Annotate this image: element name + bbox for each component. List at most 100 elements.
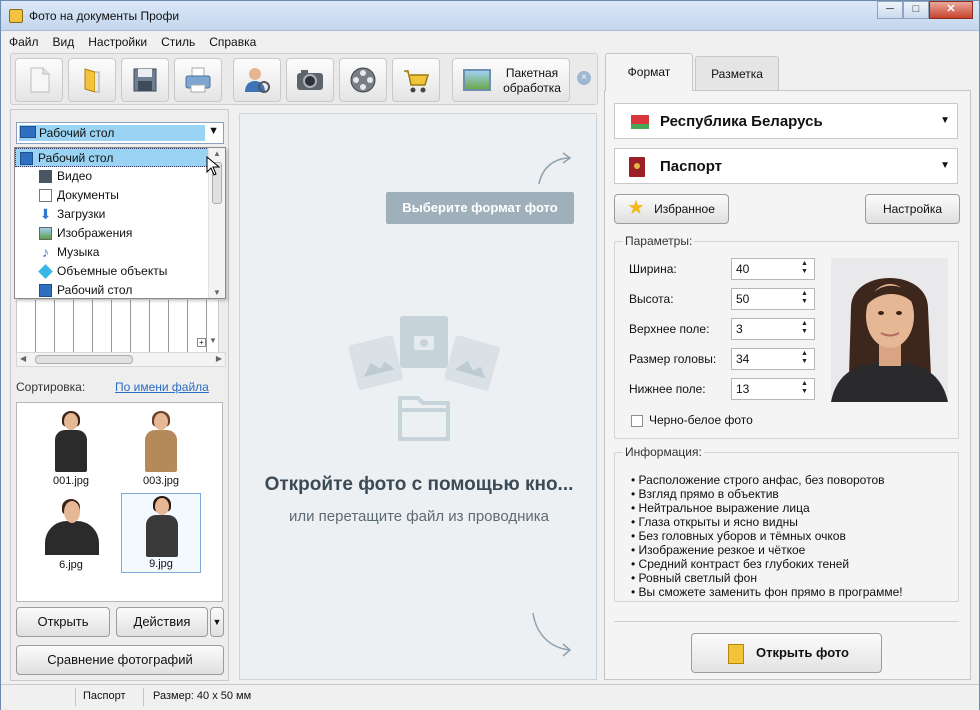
- settings-button[interactable]: Настройка: [865, 194, 960, 224]
- spinner-icon[interactable]: ▲ ▼: [801, 260, 808, 276]
- scroll-left-icon[interactable]: ◀: [20, 354, 26, 363]
- thumbnail-caption: 001.jpg: [52, 475, 90, 487]
- app-icon: [9, 9, 23, 23]
- toolbar-close-icon[interactable]: ×: [577, 71, 591, 85]
- dropdown-item-label: Изображения: [57, 226, 133, 240]
- woman-portrait-image: [831, 258, 948, 402]
- dropdown-item-label: Загрузки: [57, 207, 106, 221]
- dropdown-item[interactable]: Видео: [15, 167, 209, 186]
- menu-help[interactable]: Справка: [209, 35, 256, 49]
- dropdown-item[interactable]: Документы: [15, 186, 209, 205]
- spinner-icon[interactable]: ▲ ▼: [801, 320, 808, 336]
- open-folder-icon: [728, 644, 744, 664]
- close-button[interactable]: ✕: [929, 1, 973, 19]
- sort-by-link[interactable]: По имени файла: [115, 380, 209, 394]
- choose-format-hint: Выберите формат фото: [386, 192, 574, 224]
- thumbnail-item[interactable]: 003.jpg: [121, 409, 201, 489]
- param-head-size: Размер головы: 34 ▲ ▼: [629, 348, 819, 370]
- video-button[interactable]: [339, 58, 387, 102]
- scroll-right-icon[interactable]: ▶: [216, 354, 222, 363]
- batch-label-line2: обработка: [503, 81, 561, 95]
- print-order-button[interactable]: [392, 58, 440, 102]
- scrollbar-thumb[interactable]: [35, 355, 133, 364]
- folder-combo[interactable]: Рабочий стол ▼: [16, 122, 224, 144]
- tab-format[interactable]: Формат: [605, 53, 693, 91]
- open-photo-button[interactable]: Открыть фото: [691, 633, 882, 673]
- bw-photo-checkbox[interactable]: [631, 415, 643, 427]
- spinner-icon[interactable]: ▲ ▼: [801, 380, 808, 396]
- downloads-icon: ⬇: [39, 206, 52, 222]
- desktop-icon: [20, 126, 36, 138]
- dropdown-item[interactable]: ⬇ Загрузки: [15, 205, 209, 224]
- document-select[interactable]: Паспорт ▼: [614, 148, 958, 184]
- camera-icon: [297, 70, 323, 90]
- chevron-down-icon: ▼: [208, 125, 219, 137]
- print-button[interactable]: [174, 58, 222, 102]
- batch-processing-button[interactable]: Пакетная обработка: [452, 58, 570, 102]
- document-value: Паспорт: [660, 158, 722, 175]
- thumbnail-caption: 9.jpg: [149, 558, 173, 570]
- new-button[interactable]: [15, 58, 63, 102]
- save-button[interactable]: [121, 58, 169, 102]
- divider: [614, 621, 959, 622]
- country-select[interactable]: Республика Беларусь ▼: [614, 103, 958, 139]
- print-icon: [185, 67, 211, 93]
- thumbnail-item[interactable]: 001.jpg: [31, 409, 111, 489]
- tree-expand-icon[interactable]: +: [197, 338, 206, 347]
- compare-photos-button[interactable]: Сравнение фотографий: [16, 645, 224, 675]
- desktop-icon: [20, 152, 33, 165]
- spinner-icon[interactable]: ▲ ▼: [801, 290, 808, 306]
- dropdown-item-label: Музыка: [57, 245, 100, 259]
- dropdown-item[interactable]: Рабочий стол: [15, 281, 209, 300]
- status-document: Паспорт: [83, 690, 126, 702]
- parameters-group: Параметры: Ширина: 40 ▲ ▼ Высота: 50 ▲ ▼ В…: [614, 234, 959, 439]
- person-search-icon: [245, 68, 270, 93]
- tab-layout[interactable]: Разметка: [695, 56, 779, 90]
- thumbnail-item[interactable]: 6.jpg: [31, 493, 111, 573]
- horizontal-scrollbar[interactable]: ◀ ▶: [16, 352, 226, 367]
- information-group: Информация: • Расположение строго анфас,…: [614, 445, 959, 602]
- requirement-item: • Расположение строго анфас, без поворот…: [631, 473, 885, 487]
- dropdown-item[interactable]: Рабочий стол: [15, 148, 209, 167]
- open-button[interactable]: Открыть: [16, 607, 110, 637]
- requirement-item: • Ровный светлый фон: [631, 571, 757, 585]
- thumbnail-item[interactable]: 9.jpg: [121, 493, 201, 573]
- country-value: Республика Беларусь: [660, 113, 823, 130]
- chevron-down-icon: ▼: [940, 115, 950, 126]
- dropdown-item-label: Объемные объекты: [57, 264, 168, 278]
- camera-button[interactable]: [286, 58, 334, 102]
- dropdown-item-label: Документы: [57, 188, 119, 202]
- photo-thumbnail: [143, 411, 179, 472]
- app-window: Фото на документы Профи ─ □ ✕ Файл Вид Н…: [0, 0, 980, 710]
- actions-button[interactable]: Действия: [116, 607, 208, 637]
- param-width: Ширина: 40 ▲ ▼: [629, 258, 819, 280]
- dropdown-item[interactable]: Изображения: [15, 224, 209, 243]
- photo-thumbnail: [53, 411, 89, 472]
- open-button[interactable]: [68, 58, 116, 102]
- menu-file[interactable]: Файл: [9, 35, 39, 49]
- maximize-button[interactable]: □: [903, 1, 929, 19]
- minimize-button[interactable]: ─: [877, 1, 903, 19]
- folder-dropdown-list: Рабочий стол Видео Документы ⬇ Загрузки …: [14, 147, 226, 299]
- music-icon: ♪: [42, 244, 49, 260]
- actions-dropdown-icon[interactable]: ▼: [210, 607, 224, 637]
- menu-view[interactable]: Вид: [53, 35, 75, 49]
- mouse-cursor-icon: [206, 156, 220, 176]
- dropdown-item[interactable]: ♪ Музыка: [15, 243, 209, 262]
- face-search-button[interactable]: [233, 58, 281, 102]
- thumbnail-grid: 001.jpg 003.jpg 6.jpg 9.jpg: [16, 402, 223, 602]
- photo-folder-placeholder-icon: [348, 316, 500, 441]
- scroll-down-icon[interactable]: ▼: [209, 336, 217, 345]
- photo-workspace[interactable]: Выберите формат фото Откройте фото с пом…: [239, 113, 597, 680]
- menu-settings[interactable]: Настройки: [88, 35, 147, 49]
- desktop-icon: [39, 284, 52, 297]
- menu-style[interactable]: Стиль: [161, 35, 195, 49]
- requirement-item: • Средний контраст без глубоких теней: [631, 557, 850, 571]
- chevron-down-icon: ▼: [940, 160, 950, 171]
- spinner-icon[interactable]: ▲ ▼: [801, 350, 808, 366]
- photo-thumbnail: [45, 497, 99, 555]
- scroll-down-icon[interactable]: ▼: [213, 288, 221, 297]
- favorites-button[interactable]: ★ Избранное: [614, 194, 729, 224]
- dropdown-item[interactable]: Объемные объекты: [15, 262, 209, 281]
- star-icon: ★: [627, 197, 645, 219]
